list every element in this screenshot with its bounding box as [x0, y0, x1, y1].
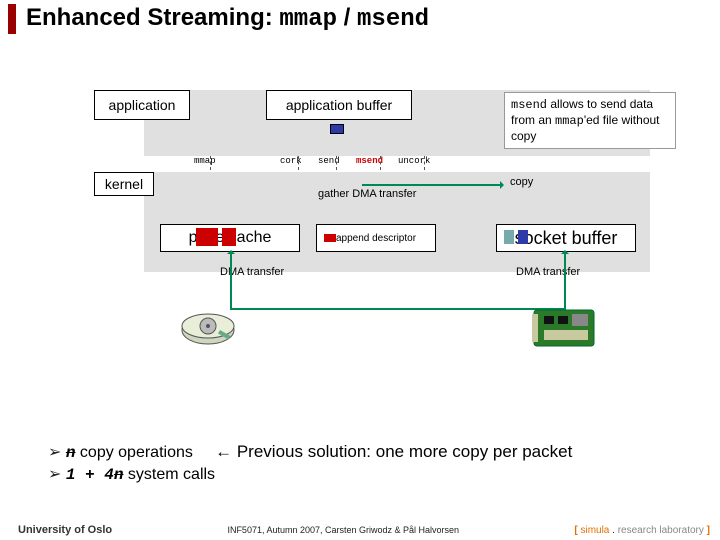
bullet2-formula: 1 + 4 — [66, 466, 114, 484]
title-prefix: Enhanced Streaming: — [26, 4, 279, 31]
simula-bracket-close: ] — [704, 525, 710, 536]
msend-note: msend allows to send data from an mmap'e… — [504, 92, 676, 149]
arrow-cork — [298, 156, 299, 170]
disk-icon — [180, 310, 236, 350]
kernel-band — [144, 172, 650, 272]
dma-arrow-left — [230, 252, 232, 308]
dma-arrow-bottom — [230, 308, 566, 310]
bullet-1: n copy operations ← Previous solution: o… — [48, 442, 572, 462]
footer-university: University of Oslo — [18, 524, 112, 536]
arrow-send — [336, 156, 337, 170]
note-msend: msend — [511, 98, 547, 112]
footer-simula: [ simula . research laboratory ] — [574, 525, 710, 536]
simula-dot: . — [609, 525, 617, 536]
previous-solution: ← Previous solution: one more copy per p… — [215, 442, 572, 461]
label-uncork: uncork — [398, 156, 430, 166]
note-mmap: mmap — [555, 114, 584, 128]
network-card-icon — [532, 304, 602, 350]
descriptor-data-icon — [324, 234, 336, 242]
gather-dma-label: gather DMA transfer — [318, 188, 416, 200]
simula-name: simula — [580, 525, 609, 536]
label-msend: msend — [356, 156, 383, 166]
bullet1-text: copy operations — [75, 444, 192, 461]
application-box: application — [94, 90, 190, 120]
footer-course: INF5071, Autumn 2007, Carsten Griwodz & … — [227, 525, 459, 535]
title-mmap: mmap — [279, 6, 337, 33]
title-text: Enhanced Streaming: mmap / msend — [26, 4, 429, 33]
socket-data1-icon — [504, 230, 514, 244]
arrow-mmap — [210, 156, 211, 170]
socket-data2-icon — [518, 230, 528, 244]
arrow-msend — [380, 156, 381, 170]
app-buffer-data-icon — [330, 124, 344, 134]
diagram: application application buffer msend all… — [94, 90, 650, 350]
kernel-box: kernel — [94, 172, 154, 196]
title-sep: / — [337, 4, 357, 31]
page-cache-data1-icon — [196, 228, 218, 246]
bullet2-text: system calls — [123, 466, 215, 483]
arrow-uncork — [424, 156, 425, 170]
title-msend: msend — [357, 6, 429, 33]
bullet-list: n copy operations ← Previous solution: o… — [48, 442, 572, 486]
label-mmap: mmap — [194, 156, 216, 166]
title-accent-bar — [8, 4, 16, 34]
copy-arrow — [362, 184, 502, 186]
simula-lab: research laboratory — [618, 525, 704, 536]
bullet-2: 1 + 4n system calls — [48, 464, 572, 484]
application-buffer-box: application buffer — [266, 90, 412, 120]
page-cache-data2-icon — [222, 228, 236, 246]
dma-arrow-right — [564, 252, 566, 308]
slide-title: Enhanced Streaming: mmap / msend — [8, 4, 429, 33]
dma-right-label: DMA transfer — [516, 266, 580, 278]
copy-label: copy — [510, 176, 533, 188]
footer: University of Oslo INF5071, Autumn 2007,… — [0, 524, 720, 536]
